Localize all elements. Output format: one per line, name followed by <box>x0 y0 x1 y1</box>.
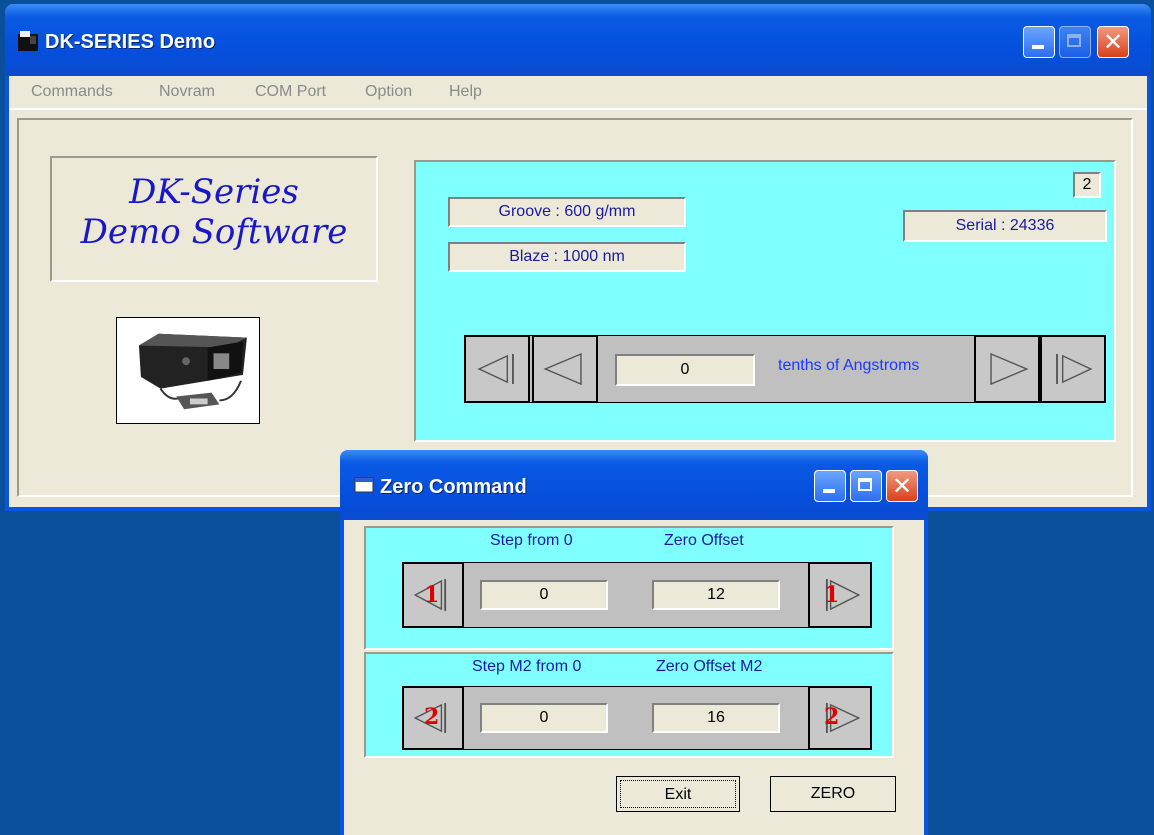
step-m2-label: Step M2 from 0 <box>472 658 582 675</box>
motor2-badge: 2 <box>824 704 840 730</box>
motor1-badge: 1 <box>824 582 840 608</box>
zero-offset-m2-label: Zero Offset M2 <box>656 658 763 675</box>
dialog-title: Zero Command <box>380 476 527 498</box>
motor1-control-bar <box>402 562 872 628</box>
close-icon: ✕ <box>891 472 913 500</box>
logo-line-1: DK-Series <box>129 172 299 212</box>
minimize-icon <box>1032 45 1044 49</box>
step-from-0-label: Step from 0 <box>490 532 573 549</box>
blaze-field: Blaze : 1000 nm <box>448 242 686 272</box>
step-back-fast-button[interactable] <box>464 335 530 403</box>
arrow-right-bar-icon <box>825 703 861 733</box>
step-back-button[interactable] <box>532 335 598 403</box>
arrow-right-icon <box>990 352 1029 386</box>
position-value-field[interactable]: 0 <box>615 354 755 386</box>
motor2-decrement-button[interactable]: 2 <box>402 686 464 750</box>
arrow-right-bar-icon <box>825 579 861 611</box>
zero-offset-label: Zero Offset <box>664 532 744 549</box>
step-forward-button[interactable] <box>974 335 1040 403</box>
motor1-badge: 1 <box>424 582 440 608</box>
units-label: tenths of Angstroms <box>778 357 920 374</box>
menu-novram[interactable]: Novram <box>159 83 215 101</box>
maximize-icon <box>858 478 872 491</box>
grating-number-field: 2 <box>1073 172 1101 198</box>
motor2-control-bar <box>402 686 872 750</box>
spectrometer-image <box>117 318 259 423</box>
window-title: DK-SERIES Demo <box>45 31 216 53</box>
dialog-titlebar[interactable]: Zero Command ✕ <box>340 450 928 520</box>
motor1-decrement-button[interactable]: 1 <box>402 562 464 628</box>
logo-line-2: Demo Software <box>80 212 348 252</box>
menu-help[interactable]: Help <box>449 83 482 101</box>
zero-offset-field[interactable]: 12 <box>652 580 780 610</box>
dialog-maximize-button[interactable] <box>850 470 882 502</box>
step-m2-field[interactable]: 0 <box>480 703 608 733</box>
main-titlebar[interactable]: DK-SERIES Demo ✕ <box>5 4 1151 76</box>
minimize-icon <box>823 489 835 493</box>
close-icon: ✕ <box>1102 28 1124 56</box>
motor1-increment-button[interactable]: 1 <box>808 562 872 628</box>
menu-com-port[interactable]: COM Port <box>255 83 326 101</box>
arrow-right-bar-icon <box>1056 353 1093 385</box>
zero-button[interactable]: ZERO <box>770 776 896 812</box>
exit-button[interactable]: Exit <box>616 776 740 812</box>
serial-field: Serial : 24336 <box>903 210 1107 242</box>
logo-panel: DK-Series Demo Software <box>50 156 378 282</box>
step-from-0-field[interactable]: 0 <box>480 580 608 610</box>
arrow-left-icon <box>543 352 582 386</box>
close-button[interactable]: ✕ <box>1097 26 1129 58</box>
dialog-minimize-button[interactable] <box>814 470 846 502</box>
menu-bar: Commands Novram COM Port Option Help <box>9 76 1147 108</box>
maximize-button[interactable] <box>1059 26 1091 58</box>
groove-field: Groove : 600 g/mm <box>448 197 686 227</box>
product-image <box>116 317 260 424</box>
exit-button-label: Exit <box>620 780 736 808</box>
zero-offset-m2-field[interactable]: 16 <box>652 703 780 733</box>
arrow-left-bar-icon <box>477 353 514 385</box>
dialog-close-button[interactable]: ✕ <box>886 470 918 502</box>
motor2-increment-button[interactable]: 2 <box>808 686 872 750</box>
motor2-badge: 2 <box>424 704 440 730</box>
app-icon <box>18 31 38 51</box>
step-forward-fast-button[interactable] <box>1040 335 1106 403</box>
minimize-button[interactable] <box>1023 26 1055 58</box>
menu-commands[interactable]: Commands <box>31 83 113 101</box>
maximize-icon <box>1067 34 1081 47</box>
window-icon <box>354 477 374 493</box>
menu-option[interactable]: Option <box>365 83 412 101</box>
